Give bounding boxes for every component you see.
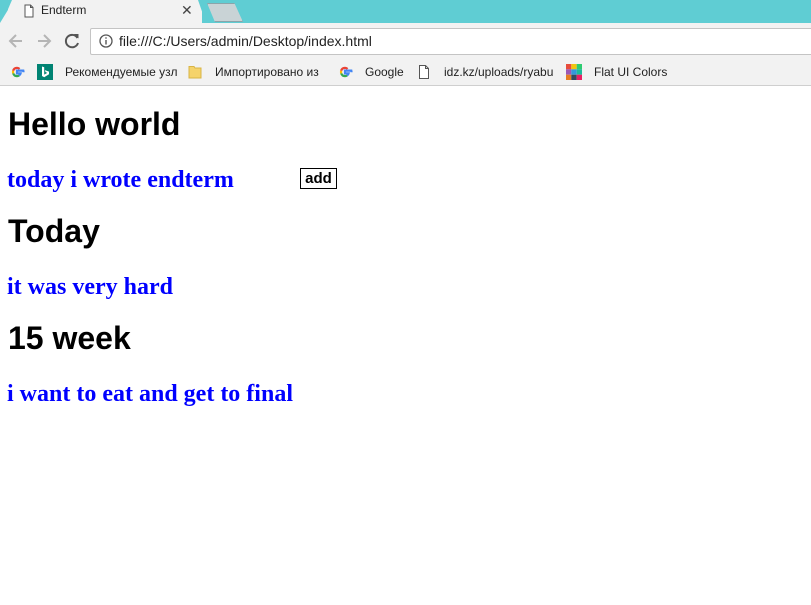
heading-15-week: 15 week [8, 320, 131, 356]
reload-icon[interactable] [62, 31, 82, 51]
bookmark-label: Google [365, 65, 404, 79]
bookmark-label: Импортировано из [215, 65, 319, 79]
bookmark-idz[interactable]: idz.kz/uploads/ryabu [416, 63, 553, 81]
close-icon[interactable]: ✕ [181, 2, 193, 18]
bookmark-google[interactable]: Google [337, 63, 417, 81]
tab-title: Endterm [41, 3, 87, 17]
back-arrow-icon[interactable] [6, 31, 26, 51]
bookmark-label: Flat UI Colors [594, 65, 668, 79]
flat-ui-colors-icon [566, 64, 582, 80]
new-tab-button[interactable] [207, 3, 243, 22]
bookmark-imported[interactable]: Импортировано из [187, 63, 322, 81]
google-icon [339, 66, 353, 78]
page-icon [419, 65, 429, 79]
add-button[interactable]: add [300, 168, 337, 189]
folder-icon [188, 66, 202, 79]
bookmarks-bar: Рекомендуемые узл Импортировано из Googl… [0, 59, 811, 86]
address-bar[interactable]: file:///C:/Users/admin/Desktop/index.htm… [90, 28, 811, 55]
text-eat-and-final: i want to eat and get to final [7, 381, 293, 407]
bookmark-flat-ui-colors[interactable]: Flat UI Colors [566, 63, 676, 81]
heading-today: Today [8, 213, 100, 249]
url-text: file:///C:/Users/admin/Desktop/index.htm… [119, 33, 372, 49]
text-very-hard: it was very hard [7, 274, 173, 300]
bookmark-label: idz.kz/uploads/ryabu [444, 65, 553, 79]
bing-icon [37, 64, 53, 80]
bookmark-google-apps[interactable] [9, 63, 25, 81]
document-icon [24, 4, 34, 18]
info-icon[interactable] [99, 34, 113, 48]
tab-endterm[interactable] [8, 0, 202, 23]
google-icon [11, 66, 25, 78]
heading-hello-world: Hello world [8, 106, 181, 142]
bookmark-recommended[interactable]: Рекомендуемые узл [37, 63, 177, 81]
text-wrote-endterm: today i wrote endterm [7, 167, 234, 193]
bookmark-label: Рекомендуемые узл [65, 65, 177, 79]
browser-toolbar: file:///C:/Users/admin/Desktop/index.htm… [0, 23, 811, 59]
forward-arrow-icon[interactable] [34, 31, 54, 51]
page-content: Hello world today i wrote endterm add To… [0, 86, 811, 605]
tab-strip: Endterm ✕ [0, 0, 811, 23]
